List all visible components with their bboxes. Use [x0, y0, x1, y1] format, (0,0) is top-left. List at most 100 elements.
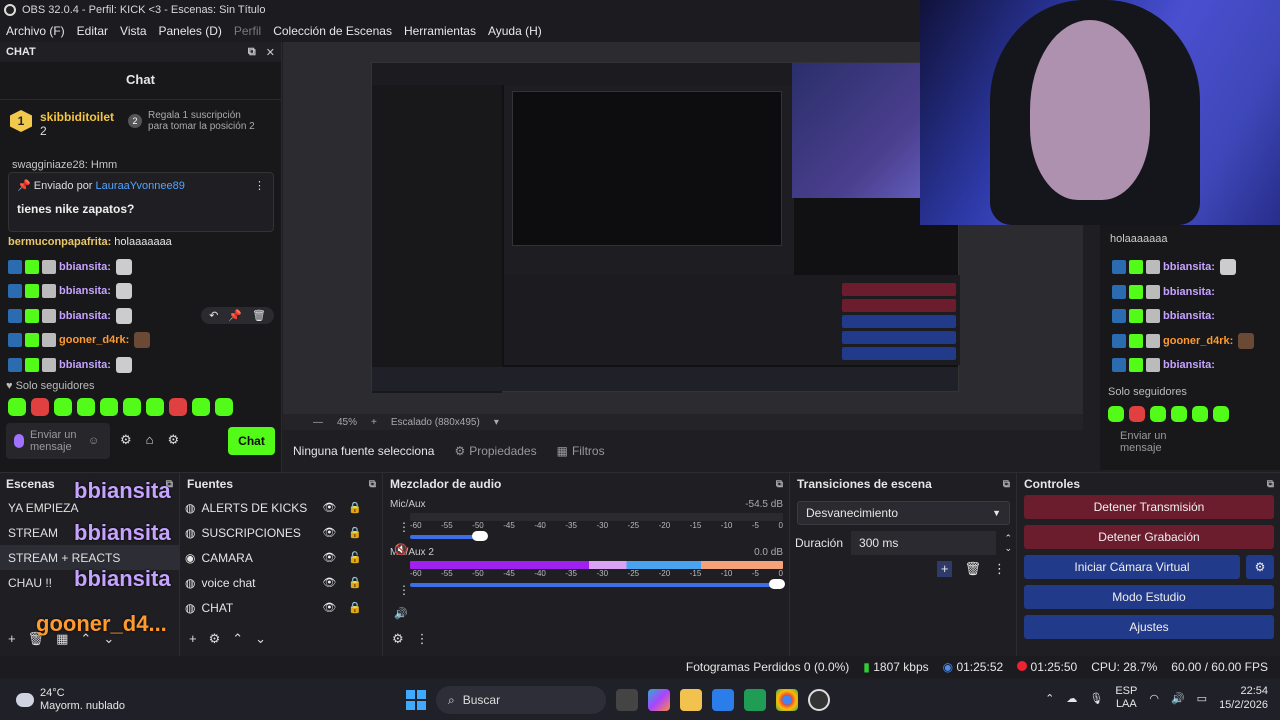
muted-speaker-icon[interactable]: 🔇 — [394, 543, 408, 556]
eye-icon[interactable]: 👁 — [322, 526, 336, 539]
emote-icon[interactable] — [77, 398, 95, 416]
chat-username[interactable]: gooner_d4rk: — [59, 334, 129, 346]
chrome-icon[interactable] — [776, 689, 798, 711]
more-options-icon[interactable]: ⋮ — [254, 179, 265, 192]
virtual-camera-settings-icon[interactable]: ⚙ — [1246, 555, 1274, 579]
chat-username[interactable]: bbiansita: — [59, 359, 111, 371]
pinned-message[interactable]: 📌 Enviado por LauraaYvonnee89 ⋮ tienes n… — [8, 172, 274, 232]
chat-message[interactable]: bermuconpapafrita: holaaaaaaa — [8, 230, 274, 255]
zoom-level[interactable]: 45% — [337, 417, 357, 428]
source-item[interactable]: ◍ ALERTS DE KICKS 👁 🔒 — [181, 495, 382, 520]
lock-icon[interactable]: 🔒 — [348, 576, 362, 589]
volume-slider[interactable] — [410, 531, 488, 541]
undock-icon[interactable]: ⧉ — [248, 46, 256, 59]
filters-button[interactable]: ▦ Filtros — [557, 444, 605, 458]
menu-file[interactable]: Archivo (F) — [0, 24, 71, 38]
wifi-icon[interactable]: ◠ — [1149, 692, 1159, 705]
add-icon[interactable]: + — [936, 561, 953, 577]
onedrive-icon[interactable]: ☁ — [1066, 692, 1077, 705]
chat-username[interactable]: bbiansita: — [59, 261, 111, 273]
lock-icon[interactable]: 🔒 — [348, 526, 362, 539]
chevron-down-icon[interactable]: ▾ — [494, 417, 499, 428]
menu-tools[interactable]: Herramientas — [398, 24, 482, 38]
chat-send-button[interactable]: Chat — [228, 427, 275, 455]
undock-icon[interactable]: ⧉ — [776, 479, 783, 490]
add-icon[interactable]: + — [8, 631, 16, 647]
eye-icon[interactable]: 👁 — [322, 576, 336, 589]
trash-icon[interactable]: 🗑 — [964, 561, 981, 577]
emote-icon[interactable] — [100, 398, 118, 416]
settings-button[interactable]: Ajustes — [1024, 615, 1274, 639]
taskbar-search[interactable]: ⌕ Buscar — [436, 686, 606, 714]
eye-icon[interactable]: 👁 — [322, 601, 336, 614]
emote-icon[interactable] — [146, 398, 164, 416]
chat-message[interactable]: bbiansita: — [8, 353, 274, 378]
weather-widget[interactable]: 24°C Mayorm. nublado — [0, 687, 125, 713]
excel-icon[interactable] — [744, 689, 766, 711]
lock-icon[interactable]: 🔒 — [348, 601, 362, 614]
chat-message[interactable]: bbiansita: ↶ 📌 🗑 — [8, 304, 274, 329]
menu-docks[interactable]: Paneles (D) — [153, 24, 228, 38]
stop-streaming-button[interactable]: Detener Transmisión — [1024, 495, 1274, 519]
emote-icon[interactable] — [123, 398, 141, 416]
obs-taskbar-icon[interactable] — [808, 689, 830, 711]
close-icon[interactable]: ✕ — [266, 46, 275, 59]
gear-icon[interactable]: ⚙ — [168, 432, 180, 448]
chevron-up-icon[interactable]: ⌃ — [232, 631, 243, 647]
word-icon[interactable] — [712, 689, 734, 711]
gear-icon[interactable]: ⚙ — [392, 631, 404, 647]
emote-icon[interactable] — [192, 398, 210, 416]
source-item[interactable]: ◍ voice chat 👁 🔒 — [181, 570, 382, 595]
undock-icon[interactable]: ⧉ — [1003, 479, 1010, 490]
settings-icon[interactable]: ⚙ — [120, 432, 132, 448]
undock-icon[interactable]: ⧉ — [1267, 479, 1274, 490]
emote-icon[interactable] — [169, 398, 187, 416]
eye-icon[interactable]: 👁 — [322, 551, 336, 564]
more-options-icon[interactable]: ⋮ — [398, 583, 410, 597]
source-item[interactable]: ◍ CHAT 👁 🔒 — [181, 595, 382, 620]
file-explorer-icon[interactable] — [680, 689, 702, 711]
delete-icon[interactable]: 🗑 — [252, 309, 266, 322]
emote-icon[interactable] — [31, 398, 49, 416]
duration-stepper[interactable]: ⌃ ⌄ — [1004, 533, 1012, 553]
chevron-up-icon[interactable]: ⌃ — [1045, 692, 1054, 705]
source-item[interactable]: ◍ SUSCRIPCIONES 👁 🔒 — [181, 520, 382, 545]
zoom-minus-icon[interactable]: — — [313, 417, 323, 428]
task-view-icon[interactable] — [616, 689, 638, 711]
more-options-icon[interactable]: ⋮ — [398, 520, 410, 534]
battery-icon[interactable]: ▭ — [1197, 692, 1207, 705]
chat-username[interactable]: bbiansita: — [59, 310, 111, 322]
undock-icon[interactable]: ⧉ — [369, 479, 376, 490]
chevron-down-icon[interactable]: ⌄ — [255, 631, 266, 647]
more-options-icon[interactable]: ⋮ — [993, 561, 1006, 577]
lock-icon[interactable]: 🔓 — [348, 551, 362, 564]
language-indicator[interactable]: ESP LAA — [1115, 685, 1137, 711]
speaker-icon[interactable]: 🔊 — [394, 607, 408, 620]
volume-slider[interactable] — [410, 579, 785, 589]
chat-input[interactable]: Enviar un mensaje ☺ — [6, 423, 110, 459]
chat-username[interactable]: bermuconpapafrita: — [8, 236, 111, 248]
studio-mode-button[interactable]: Modo Estudio — [1024, 585, 1274, 609]
chat-message[interactable]: bbiansita: — [8, 279, 274, 304]
transition-select[interactable]: Desvanecimiento ▼ — [797, 501, 1010, 525]
store-icon[interactable]: ⌂ — [146, 432, 154, 448]
menu-help[interactable]: Ayuda (H) — [482, 24, 548, 38]
mic-tray-icon[interactable]: 🎙 — [1089, 692, 1103, 705]
source-item[interactable]: ◉ CAMARA 👁 🔓 — [181, 545, 382, 570]
pinned-by-user[interactable]: LauraaYvonnee89 — [96, 180, 185, 192]
duration-input[interactable]: 300 ms — [851, 531, 997, 555]
volume-icon[interactable]: 🔊 — [1171, 692, 1185, 705]
emote-icon[interactable] — [8, 398, 26, 416]
menu-edit[interactable]: Editar — [71, 24, 114, 38]
stop-recording-button[interactable]: Detener Grabación — [1024, 525, 1274, 549]
volume-slider-knob[interactable] — [769, 579, 785, 589]
volume-slider-knob[interactable] — [472, 531, 488, 541]
leader-username[interactable]: skibbiditoilet — [40, 110, 114, 124]
lock-icon[interactable]: 🔒 — [348, 501, 362, 514]
pin-action-icon[interactable]: 📌 — [228, 309, 242, 322]
properties-button[interactable]: ⚙ Propiedades — [454, 444, 536, 458]
menu-scene-collection[interactable]: Colección de Escenas — [267, 24, 398, 38]
copilot-icon[interactable] — [648, 689, 670, 711]
start-virtual-camera-button[interactable]: Iniciar Cámara Virtual — [1024, 555, 1240, 579]
clock[interactable]: 22:54 15/2/2026 — [1219, 684, 1268, 712]
